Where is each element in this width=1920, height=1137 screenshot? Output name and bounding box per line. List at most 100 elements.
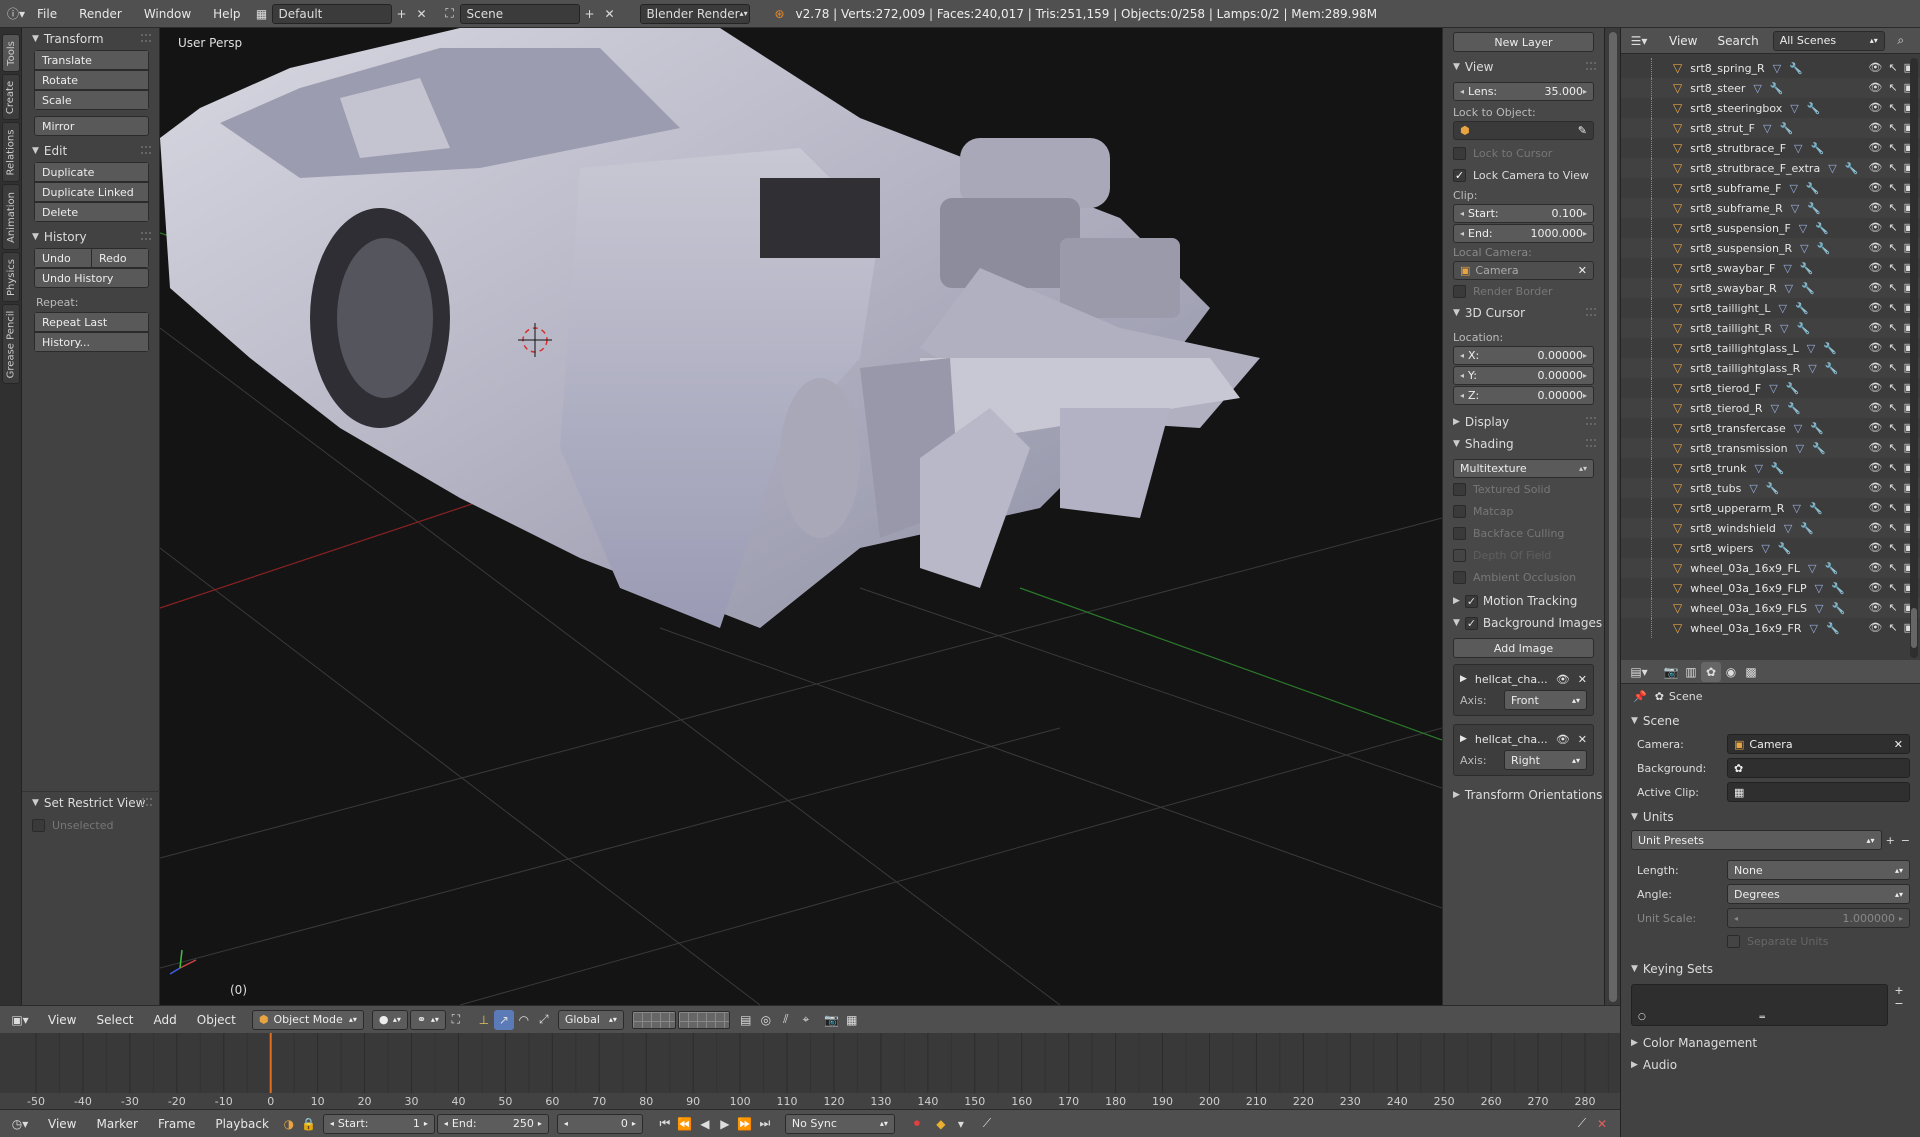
outliner-item[interactable]: ▽ srt8_swaybar_R ▽ 🔧 👁 ↖ ▣ — [1621, 278, 1920, 298]
increment-arrow-icon[interactable]: ▸ — [1583, 87, 1587, 96]
scene-panel-header[interactable]: ▼ Scene — [1621, 710, 1920, 732]
timeline-menu-view[interactable]: View — [38, 1117, 86, 1131]
play-icon[interactable]: ▶ — [715, 1114, 735, 1134]
outliner-item[interactable]: ▽ srt8_tierod_F ▽ 🔧 👁 ↖ ▣ — [1621, 378, 1920, 398]
visibility-eye-icon[interactable]: 👁 — [1868, 321, 1882, 334]
render-layers-tab-icon[interactable]: ▥ — [1681, 662, 1701, 682]
list-filter-icon[interactable]: ○ — [1638, 1012, 1646, 1022]
scene-tab-icon[interactable]: ✿ — [1701, 661, 1721, 682]
visibility-eye-icon[interactable]: 👁 — [1868, 621, 1882, 634]
selectable-cursor-icon[interactable]: ↖ — [1888, 441, 1897, 454]
outliner-item[interactable]: ▽ srt8_transmission ▽ 🔧 👁 ↖ ▣ — [1621, 438, 1920, 458]
redo-button[interactable]: Redo — [91, 248, 149, 268]
graph-curve-icon[interactable]: ⟋ — [977, 1114, 997, 1134]
outliner-item[interactable]: ▽ srt8_taillight_R ▽ 🔧 👁 ↖ ▣ — [1621, 318, 1920, 338]
bg-image-2-axis-select[interactable]: Right ▴▾ — [1504, 750, 1587, 770]
play-reverse-icon[interactable]: ◀ — [695, 1114, 715, 1134]
display-panel-header[interactable]: ▶ Display — [1443, 411, 1604, 433]
outliner-item[interactable]: ▽ srt8_suspension_R ▽ 🔧 👁 ↖ ▣ — [1621, 238, 1920, 258]
timeline-ruler[interactable]: -50 -40 -30 -20 -10 0 10 20 30 40 50 60 70 80 90 100 110… — [0, 1033, 1620, 1109]
visibility-eye-icon[interactable]: 👁 — [1868, 501, 1882, 514]
depth-of-field-checkbox[interactable]: Depth Of Field — [1443, 544, 1604, 566]
outliner-item[interactable]: ▽ srt8_upperarm_R ▽ 🔧 👁 ↖ ▣ — [1621, 498, 1920, 518]
separate-units-checkbox[interactable]: Separate Units — [1621, 930, 1920, 952]
mirror-button[interactable]: Mirror — [34, 116, 149, 136]
selectable-cursor-icon[interactable]: ↖ — [1888, 621, 1897, 634]
outliner-item[interactable]: ▽ srt8_taillight_L ▽ 🔧 👁 ↖ ▣ — [1621, 298, 1920, 318]
add-layout-icon[interactable]: + — [392, 4, 412, 24]
manipulator-toggle-icon[interactable]: ⛶ — [446, 1010, 466, 1030]
scale-manipulator-icon[interactable]: ⤢ — [534, 1010, 554, 1030]
decrement-arrow-icon[interactable]: ◂ — [1460, 371, 1464, 380]
increment-arrow-icon[interactable]: ▸ — [1583, 209, 1587, 218]
selectable-cursor-icon[interactable]: ↖ — [1888, 521, 1897, 534]
timeline-menu-playback[interactable]: Playback — [205, 1117, 279, 1131]
render-preview-icon[interactable]: 📷 — [822, 1010, 842, 1030]
outliner-item[interactable]: ▽ srt8_strut_F ▽ 🔧 👁 ↖ ▣ — [1621, 118, 1920, 138]
outliner-vscrollbar[interactable] — [1910, 58, 1918, 658]
properties-editor-icon[interactable]: ▤▾ — [1629, 662, 1649, 682]
ambient-occlusion-checkbox[interactable]: Ambient Occlusion — [1443, 566, 1604, 588]
history-button[interactable]: History... — [34, 332, 149, 352]
selectable-cursor-icon[interactable]: ↖ — [1888, 181, 1897, 194]
duplicate-button[interactable]: Duplicate — [34, 162, 149, 182]
shading-type-select[interactable]: ● ▴▾ — [371, 1009, 408, 1030]
selectable-cursor-icon[interactable]: ↖ — [1888, 221, 1897, 234]
timeline-menu-frame[interactable]: Frame — [148, 1117, 205, 1131]
sync-mode-select[interactable]: No Sync ▴▾ — [784, 1113, 895, 1134]
selectable-cursor-icon[interactable]: ↖ — [1888, 201, 1897, 214]
selectable-cursor-icon[interactable]: ↖ — [1888, 381, 1897, 394]
transform-orientations-header[interactable]: ▶ Transform Orientations — [1443, 784, 1604, 806]
selectable-cursor-icon[interactable]: ↖ — [1888, 541, 1897, 554]
panel-grip-icon[interactable] — [1586, 417, 1596, 425]
panel-grip-icon[interactable] — [142, 798, 152, 806]
outliner-display-filter[interactable]: All Scenes ▴▾ — [1772, 30, 1885, 51]
outliner-menu-view[interactable]: View — [1659, 34, 1707, 48]
tab-create[interactable]: Create — [2, 74, 20, 120]
outliner-item[interactable]: ▽ srt8_trunk ▽ 🔧 👁 ↖ ▣ — [1621, 458, 1920, 478]
decrement-arrow-icon[interactable]: ◂ — [1734, 914, 1738, 923]
outliner-item[interactable]: ▽ srt8_tierod_R ▽ 🔧 👁 ↖ ▣ — [1621, 398, 1920, 418]
outliner-item[interactable]: ▽ srt8_wipers ▽ 🔧 👁 ↖ ▣ — [1621, 538, 1920, 558]
visibility-eye-icon[interactable]: 👁 — [1868, 221, 1882, 234]
visibility-eye-icon[interactable]: 👁 — [1868, 301, 1882, 314]
outliner-item[interactable]: ▽ srt8_transfercase ▽ 🔧 👁 ↖ ▣ — [1621, 418, 1920, 438]
view-panel-header[interactable]: ▼ View — [1443, 56, 1604, 78]
outliner-item[interactable]: ▽ srt8_steeringbox ▽ 🔧 👁 ↖ ▣ — [1621, 98, 1920, 118]
visibility-eye-icon[interactable]: 👁 — [1868, 141, 1882, 154]
clear-bake-icon[interactable]: ✕ — [1592, 1114, 1612, 1134]
viewport-menu-select[interactable]: Select — [86, 1013, 143, 1027]
matcap-checkbox[interactable]: Matcap — [1443, 500, 1604, 522]
visibility-eye-icon[interactable]: 👁 — [1868, 241, 1882, 254]
layers-group-1[interactable] — [631, 1010, 676, 1029]
layout-grid-icon[interactable]: ▦ — [252, 4, 272, 24]
selectable-cursor-icon[interactable]: ↖ — [1888, 461, 1897, 474]
outliner-item[interactable]: ▽ srt8_subframe_F ▽ 🔧 👁 ↖ ▣ — [1621, 178, 1920, 198]
decrement-arrow-icon[interactable]: ◂ — [564, 1119, 568, 1128]
prev-keyframe-icon[interactable]: ⏪ — [675, 1114, 695, 1134]
selectable-cursor-icon[interactable]: ↖ — [1888, 401, 1897, 414]
color-management-header[interactable]: ▶ Color Management — [1621, 1032, 1920, 1054]
selectable-cursor-icon[interactable]: ↖ — [1888, 561, 1897, 574]
visibility-eye-icon[interactable]: 👁 — [1868, 101, 1882, 114]
viewport-menu-view[interactable]: View — [38, 1013, 86, 1027]
outliner-scroll-thumb[interactable] — [1911, 608, 1917, 648]
outliner-item[interactable]: ▽ srt8_steer ▽ 🔧 👁 ↖ ▣ — [1621, 78, 1920, 98]
scene-selector[interactable]: Scene — [459, 3, 580, 24]
clear-icon[interactable]: ✕ — [1578, 264, 1587, 277]
undo-history-button[interactable]: Undo History — [34, 268, 149, 288]
outliner-item[interactable]: ▽ srt8_tubs ▽ 🔧 👁 ↖ ▣ — [1621, 478, 1920, 498]
selectable-cursor-icon[interactable]: ↖ — [1888, 81, 1897, 94]
decrement-arrow-icon[interactable]: ◂ — [1460, 351, 1464, 360]
checkbox-checked[interactable]: ✓ — [1464, 594, 1478, 608]
cursor-panel-header[interactable]: ▼ 3D Cursor — [1443, 302, 1604, 324]
visibility-eye-icon[interactable]: 👁 — [1868, 461, 1882, 474]
eye-icon[interactable]: 👁 — [1556, 733, 1570, 746]
expand-triangle-icon[interactable]: ▶ — [1460, 674, 1467, 684]
world-tab-icon[interactable]: ◉ — [1721, 662, 1741, 682]
layout-selector[interactable]: Default — [271, 3, 392, 24]
preview-range-icon[interactable]: ◑ — [279, 1114, 299, 1134]
scene-camera-field[interactable]: ▣ Camera ✕ — [1727, 734, 1910, 754]
increment-arrow-icon[interactable]: ▸ — [632, 1119, 636, 1128]
visibility-eye-icon[interactable]: 👁 — [1868, 201, 1882, 214]
